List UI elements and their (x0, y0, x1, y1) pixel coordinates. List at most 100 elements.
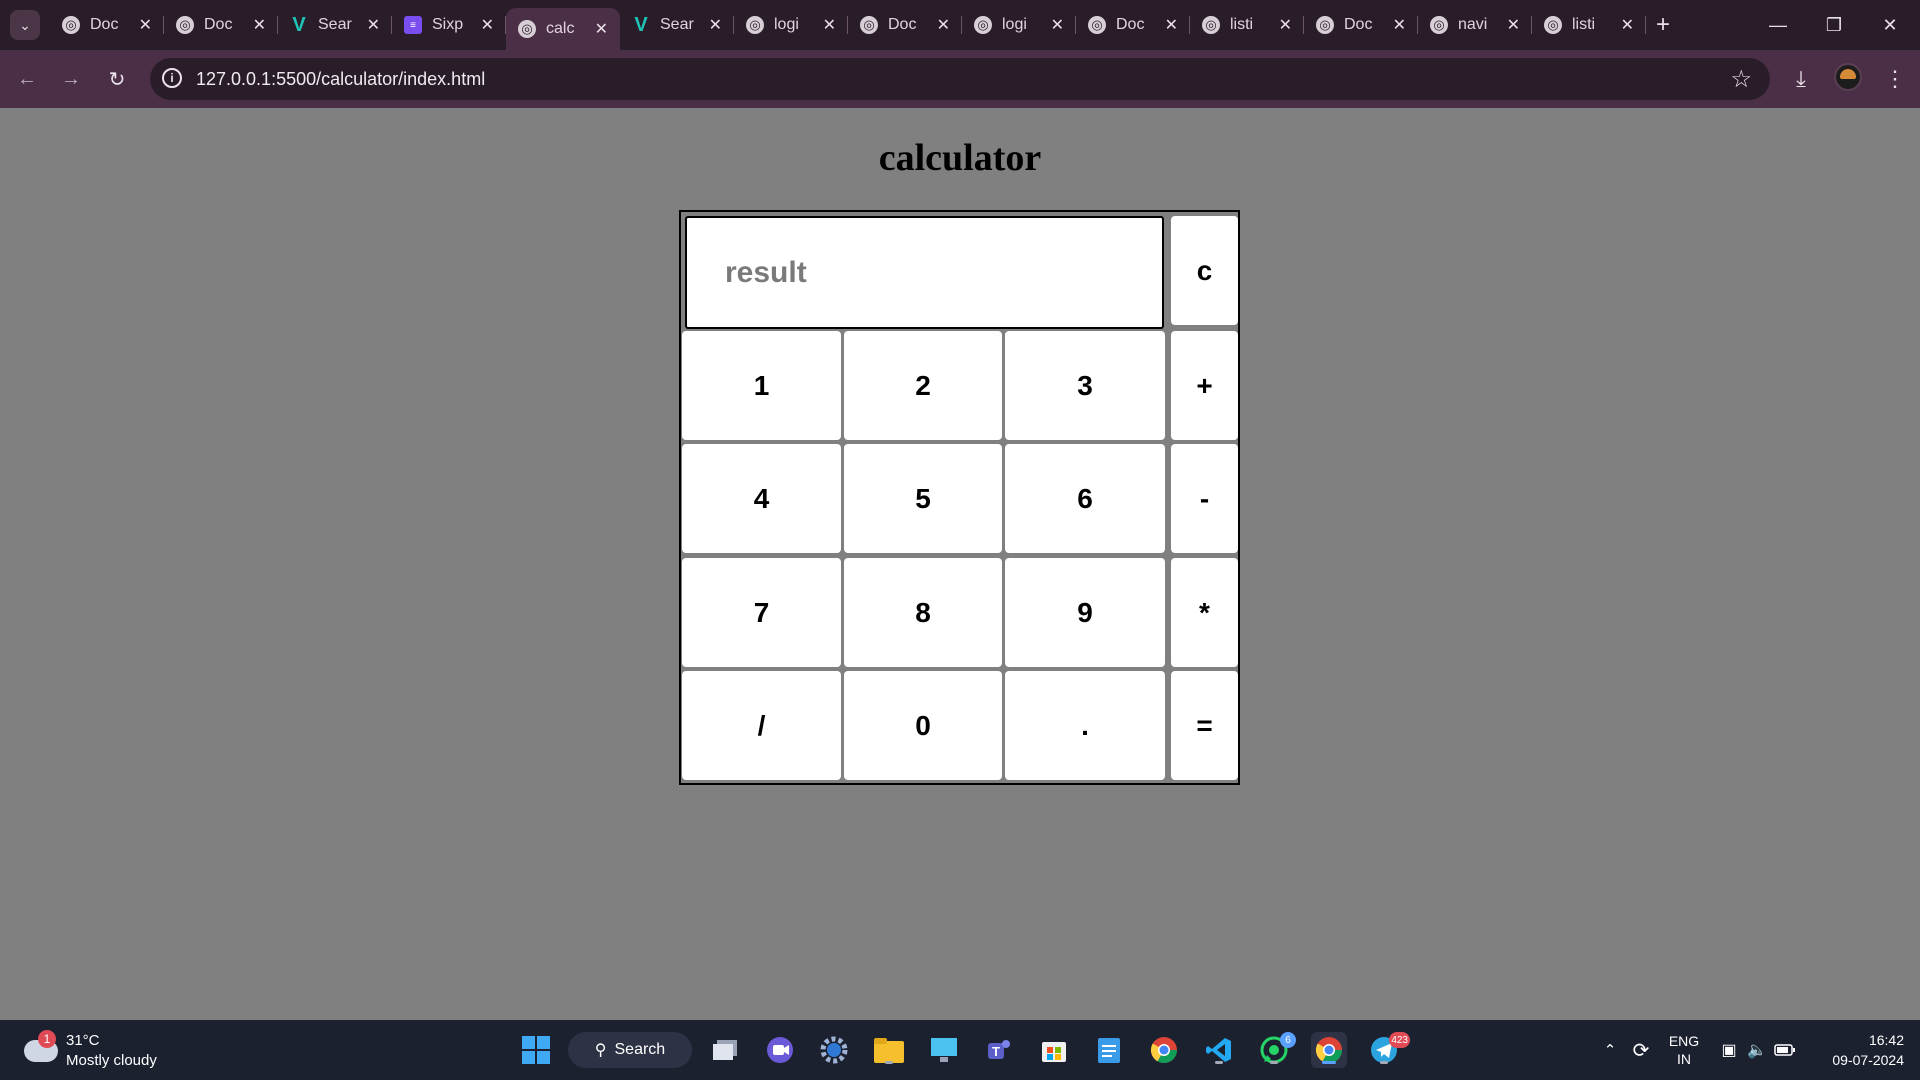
tab-7[interactable]: ◎ Doc ✕ (848, 0, 962, 50)
key-4-button[interactable]: 4 (682, 444, 841, 553)
globe-icon: ◎ (62, 16, 80, 34)
file-explorer-icon[interactable] (871, 1032, 907, 1068)
minimize-button[interactable]: — (1750, 0, 1806, 50)
close-window-button[interactable]: ✕ (1862, 0, 1918, 50)
battery-icon[interactable] (1772, 1020, 1798, 1080)
tab-6[interactable]: ◎ logi ✕ (734, 0, 848, 50)
tab-close-icon[interactable]: ✕ (481, 15, 494, 35)
tab-close-icon[interactable]: ✕ (823, 15, 836, 35)
reload-button[interactable]: ↻ (102, 64, 132, 94)
globe-icon: ◎ (746, 16, 764, 34)
tab-2[interactable]: V Sear ✕ (278, 0, 392, 50)
key-minus-button[interactable]: - (1171, 444, 1238, 553)
key-8-button[interactable]: 8 (844, 558, 1002, 667)
language-indicator[interactable]: ENG IN (1664, 1020, 1704, 1080)
tab-0[interactable]: ◎ Doc ✕ (50, 0, 164, 50)
tab-close-icon[interactable]: ✕ (709, 15, 722, 35)
tab-list: ◎ Doc ✕ ◎ Doc ✕ V Sear ✕ ≡ Sixp ✕ ◎ calc ✕ V Sear ✕ ◎ logi ✕… (50, 0, 1646, 50)
running-indicator (1215, 1061, 1223, 1064)
key-divide-button[interactable]: / (682, 671, 841, 780)
menu-dots-icon[interactable]: ⋮ (1880, 64, 1910, 94)
reload-icon: ↻ (108, 68, 126, 91)
forward-button[interactable]: → (56, 64, 86, 94)
running-indicator (1270, 1061, 1278, 1064)
download-icon[interactable]: ⤓ (1786, 64, 1816, 94)
tab-search-button[interactable]: ⌄ (10, 10, 40, 40)
network-icon[interactable]: ▣ (1716, 1020, 1742, 1080)
tab-8[interactable]: ◎ logi ✕ (962, 0, 1076, 50)
vscode-icon[interactable] (1201, 1032, 1237, 1068)
chevron-up-icon[interactable]: ⌃ (1598, 1020, 1622, 1080)
clock-time: 16:42 (1868, 1032, 1904, 1048)
address-bar[interactable]: i 127.0.0.1:5500/calculator/index.html ☆ (150, 58, 1770, 100)
tab-5[interactable]: V Sear ✕ (620, 0, 734, 50)
taskbar-search[interactable]: ⚲ Search (568, 1032, 692, 1068)
key-3-button[interactable]: 3 (1005, 331, 1165, 440)
globe-icon: ◎ (176, 16, 194, 34)
key-9-button[interactable]: 9 (1005, 558, 1165, 667)
sync-icon[interactable]: ⟳ (1626, 1020, 1656, 1080)
globe-icon: ◎ (1202, 16, 1220, 34)
tab-3[interactable]: ≡ Sixp ✕ (392, 0, 506, 50)
tab-close-icon[interactable]: ✕ (1051, 15, 1064, 35)
restore-button[interactable]: ❐ (1806, 0, 1862, 50)
notepad-icon[interactable] (1091, 1032, 1127, 1068)
tab-close-icon[interactable]: ✕ (1279, 15, 1292, 35)
tab-close-icon[interactable]: ✕ (1621, 15, 1634, 35)
key-multiply-button[interactable]: * (1171, 558, 1238, 667)
key-decimal-button[interactable]: . (1005, 671, 1165, 780)
meet-chat-icon[interactable] (762, 1032, 798, 1068)
tab-9[interactable]: ◎ Doc ✕ (1076, 0, 1190, 50)
tab-title: listi (1230, 16, 1254, 33)
tab-close-icon[interactable]: ✕ (1507, 15, 1520, 35)
tab-close-icon[interactable]: ✕ (937, 15, 950, 35)
browser-toolbar: ← → ↻ i 127.0.0.1:5500/calculator/index.… (0, 50, 1920, 108)
store-icon[interactable] (1036, 1032, 1072, 1068)
tab-close-icon[interactable]: ✕ (139, 15, 152, 35)
restore-icon: ❐ (1825, 14, 1843, 35)
tab-close-icon[interactable]: ✕ (367, 15, 380, 35)
url-text: 127.0.0.1:5500/calculator/index.html (196, 69, 486, 89)
result-display[interactable]: result (685, 216, 1164, 329)
globe-icon: ◎ (1316, 16, 1334, 34)
task-view-icon[interactable] (707, 1032, 743, 1068)
teams-icon[interactable]: T (981, 1032, 1017, 1068)
new-tab-button[interactable]: + (1648, 10, 1678, 40)
chrome-profile-icon[interactable] (1311, 1032, 1347, 1068)
tab-title: Sear (318, 16, 352, 33)
settings-gear-icon[interactable] (816, 1032, 852, 1068)
key-6-button[interactable]: 6 (1005, 444, 1165, 553)
key-equals-button[interactable]: = (1171, 671, 1238, 780)
key-1-button[interactable]: 1 (682, 331, 841, 440)
key-0-button[interactable]: 0 (844, 671, 1002, 780)
back-button[interactable]: ← (12, 64, 42, 94)
chrome-icon[interactable] (1146, 1032, 1182, 1068)
desktop-icon[interactable] (926, 1032, 962, 1068)
tab-13[interactable]: ◎ listi ✕ (1532, 0, 1646, 50)
result-placeholder: result (725, 255, 807, 289)
key-2-button[interactable]: 2 (844, 331, 1002, 440)
bookmark-star-icon[interactable]: ☆ (1730, 65, 1752, 94)
profile-avatar[interactable] (1834, 63, 1862, 91)
tab-12[interactable]: ◎ navi ✕ (1418, 0, 1532, 50)
clear-button[interactable]: c (1171, 216, 1238, 325)
tab-separator (1645, 16, 1646, 34)
tab-close-icon[interactable]: ✕ (253, 15, 266, 35)
tab-close-icon[interactable]: ✕ (595, 19, 608, 39)
tab-10[interactable]: ◎ listi ✕ (1190, 0, 1304, 50)
whatsapp-icon[interactable]: 6 (1256, 1032, 1296, 1068)
tab-close-icon[interactable]: ✕ (1393, 15, 1406, 35)
windows-start-icon[interactable] (518, 1032, 554, 1068)
active-indicator (1322, 1061, 1336, 1064)
tab-4[interactable]: ◎ calc ✕ (506, 8, 620, 50)
key-plus-button[interactable]: + (1171, 331, 1238, 440)
volume-icon[interactable]: 🔈 (1744, 1020, 1770, 1080)
key-7-button[interactable]: 7 (682, 558, 841, 667)
site-info-icon[interactable]: i (162, 68, 182, 88)
key-5-button[interactable]: 5 (844, 444, 1002, 553)
tab-close-icon[interactable]: ✕ (1165, 15, 1178, 35)
telegram-icon[interactable]: 423 (1366, 1032, 1410, 1068)
clock[interactable]: 16:42 09-07-2024 (1808, 1020, 1904, 1080)
tab-11[interactable]: ◎ Doc ✕ (1304, 0, 1418, 50)
tab-1[interactable]: ◎ Doc ✕ (164, 0, 278, 50)
